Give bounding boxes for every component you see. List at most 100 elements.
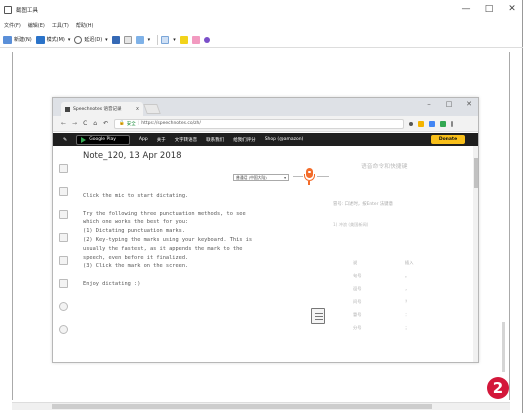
page-content: Note_120, 13 Apr 2018 普通话 (中国大陆) ▾ Click… <box>53 146 478 362</box>
editor-line: ​ <box>83 271 343 280</box>
delay-button[interactable]: 延迟(D) ▾ <box>74 35 108 44</box>
send-dropdown-arrow[interactable]: ▾ <box>148 37 151 43</box>
toolbar-separator <box>157 34 159 45</box>
clipboard-icon[interactable] <box>311 308 325 324</box>
play-icon <box>81 136 87 143</box>
editor-line: which one works the best for you: <box>83 219 189 226</box>
commands-table: 说 插入 句号 。 逗号 ， 问号 ？ 冒号 ： 分号 ； <box>349 256 439 334</box>
eraser-icon[interactable] <box>191 35 200 44</box>
scissors-icon <box>4 6 12 14</box>
toolbar: 新建(N) 模式(M) ▾ 延迟(D) ▾ ▾ ▾ <box>0 32 523 48</box>
table-row[interactable]: 逗号 ， <box>349 282 439 295</box>
mic-button[interactable] <box>303 168 315 186</box>
extra-nav-button[interactable]: ↶ <box>103 120 108 127</box>
paint3d-icon[interactable] <box>203 36 210 43</box>
nav-rate[interactable]: 给我们评分 <box>233 137 256 143</box>
nav-shop[interactable]: Shop (@amazon) <box>265 137 304 142</box>
title-bar: 截图工具 — □ ✕ <box>0 0 523 20</box>
chevron-down-icon: ▾ <box>284 175 286 180</box>
mode-button[interactable]: 模式(M) ▾ <box>35 35 70 44</box>
close-button[interactable]: ✕ <box>503 4 521 14</box>
note-title[interactable]: Note_120, 13 Apr 2018 <box>83 151 182 161</box>
browser-tab[interactable]: Speechnotes 语音记录 x <box>61 102 143 116</box>
browser-close-button[interactable]: ✕ <box>463 100 475 108</box>
menu-bar: 文件(F) 编辑(E) 工具(T) 帮助(H) <box>0 20 523 31</box>
lock-icon: 🔒 <box>119 121 125 126</box>
tab-close-icon[interactable]: x <box>136 106 139 112</box>
highlighter-icon[interactable] <box>179 35 188 44</box>
table-row[interactable]: 分号 ； <box>349 321 439 334</box>
bookmark-star-icon[interactable] <box>418 120 425 127</box>
minimize-button[interactable]: — <box>457 4 475 14</box>
zoom-in-icon[interactable] <box>59 302 68 311</box>
new-note-icon[interactable] <box>59 164 68 173</box>
commands-panel-hint: 冒号: 口述时，按Enter 法键意 <box>333 202 393 207</box>
save-file-icon[interactable] <box>59 210 68 219</box>
page-vertical-scrollbar[interactable] <box>473 146 478 362</box>
maximize-button[interactable]: □ <box>480 4 498 14</box>
table-header: 说 插入 <box>353 259 414 265</box>
menu-help[interactable]: 帮助(H) <box>76 22 94 29</box>
canvas-vertical-scrollbar[interactable] <box>500 52 508 400</box>
editor-line: Click the mic to start dictating. <box>83 193 189 199</box>
editor-line: Enjoy dictating :) <box>83 280 141 287</box>
print-icon[interactable] <box>59 279 68 288</box>
menu-edit[interactable]: 编辑(E) <box>28 22 45 29</box>
table-row[interactable]: 句号 。 <box>349 269 439 282</box>
zoom-out-icon[interactable] <box>59 325 68 334</box>
download-icon[interactable] <box>59 233 68 242</box>
clock-icon <box>74 35 83 44</box>
new-button[interactable]: 新建(N) <box>3 35 32 44</box>
editor-line: ​ <box>83 201 343 210</box>
browser-minimize-button[interactable]: – <box>423 100 435 108</box>
menu-tools[interactable]: 工具(T) <box>52 22 69 29</box>
window-title: 截图工具 <box>16 8 39 14</box>
cast-icon[interactable] <box>409 121 414 126</box>
captured-browser-window: Speechnotes 语音记录 x – □ ✕ ← → C ⌂ ↶ 🔒 安全 … <box>52 97 479 363</box>
dictation-editor[interactable]: Click the mic to start dictating.​Try th… <box>83 192 343 289</box>
nav-about[interactable]: 关于 <box>157 137 166 143</box>
editor-line: (1) Dictating punctuation marks. <box>83 228 186 235</box>
donate-button[interactable]: Donate <box>431 135 465 144</box>
reload-button[interactable]: C <box>83 120 87 127</box>
step-number-badge: 2 <box>487 377 509 399</box>
copy-icon[interactable] <box>123 35 132 44</box>
save-icon[interactable] <box>111 35 120 44</box>
copy-text-icon[interactable] <box>59 256 68 265</box>
snipping-tool-window: 截图工具 — □ ✕ 文件(F) 编辑(E) 工具(T) 帮助(H) 新建(N)… <box>0 0 523 413</box>
nav-contact[interactable]: 联系我们 <box>206 137 224 143</box>
pen-icon[interactable] <box>161 35 170 44</box>
hscroll-thumb[interactable] <box>52 404 432 409</box>
menu-file[interactable]: 文件(F) <box>4 22 21 29</box>
editor-line: (3) Click the mark on the screen. <box>83 263 189 270</box>
editor-line: Try the following three punctuation meth… <box>83 210 246 217</box>
browser-tab-strip: Speechnotes 语音记录 x – □ ✕ <box>53 98 478 116</box>
google-play-badge[interactable]: Google Play <box>76 134 130 145</box>
menu-kebab-icon[interactable] <box>451 120 454 127</box>
page-scroll-thumb[interactable] <box>474 158 478 188</box>
pen-dropdown-arrow[interactable]: ▾ <box>173 37 176 43</box>
speechnotes-logo-icon[interactable]: ✎ <box>63 137 67 143</box>
side-tool-icons <box>59 164 71 348</box>
send-icon[interactable] <box>135 35 144 44</box>
nav-tts[interactable]: 文字转语音 <box>175 137 198 143</box>
back-button[interactable]: ← <box>61 120 66 127</box>
nav-app[interactable]: App <box>139 137 148 142</box>
favicon-icon <box>65 106 70 112</box>
table-row[interactable]: 问号 ？ <box>349 295 439 308</box>
table-row[interactable]: 冒号 ： <box>349 308 439 321</box>
commands-panel-note: 1) 冲浪 (美国新闻) <box>333 222 369 227</box>
language-select[interactable]: 普通话 (中国大陆) ▾ <box>233 174 289 181</box>
new-tab-button[interactable] <box>143 104 161 114</box>
open-file-icon[interactable] <box>59 187 68 196</box>
forward-button[interactable]: → <box>72 120 77 127</box>
canvas-scroll-thumb[interactable] <box>502 322 505 372</box>
mode-icon <box>35 35 45 44</box>
site-navbar: ✎ Google Play App 关于 文字转语音 联系我们 给我们评分 Sh… <box>53 133 478 146</box>
canvas-horizontal-scrollbar[interactable] <box>12 402 510 410</box>
home-button[interactable]: ⌂ <box>93 120 97 127</box>
browser-maximize-button[interactable]: □ <box>443 100 455 108</box>
extension-2-icon[interactable] <box>440 120 447 127</box>
extension-icon[interactable] <box>429 120 436 127</box>
url-input[interactable]: 🔒 安全 | https://speechnotes.co/zh/ <box>114 118 405 129</box>
